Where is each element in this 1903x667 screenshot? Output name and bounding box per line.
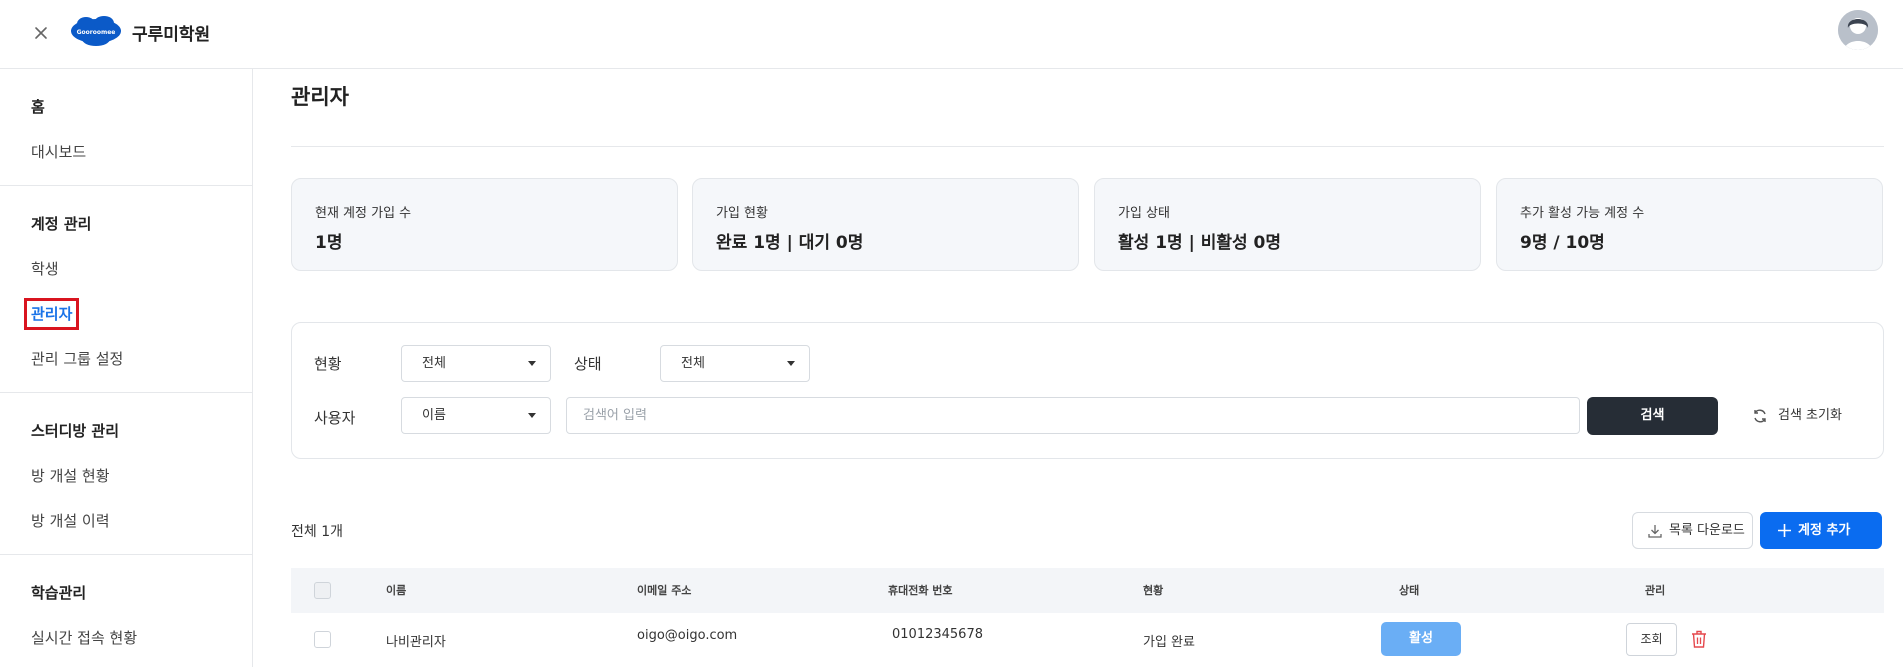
sidebar-heading-learning: 학습관리: [31, 584, 87, 602]
download-list-button[interactable]: 목록 다운로드: [1632, 512, 1753, 549]
refresh-icon: [1754, 409, 1766, 423]
close-icon[interactable]: [30, 22, 52, 44]
user-avatar[interactable]: [1838, 10, 1878, 50]
add-account-label: 계정 추가: [1798, 523, 1851, 538]
filter-panel: 현황 전체 상태 전체 사용자 이름 검색 검색 초기화: [291, 322, 1884, 459]
state-select-value: 전체: [681, 356, 705, 371]
sidebar-item-room-status[interactable]: 방 개설 현황: [0, 454, 252, 499]
sidebar-heading-home: 홈: [31, 98, 45, 116]
column-header-phone: 휴대전화 번호: [888, 584, 953, 597]
stat-label: 현재 계정 가입 수: [315, 206, 412, 221]
stat-card-available-accounts: 추가 활성 가능 계정 수 9명 / 10명: [1496, 178, 1883, 271]
sidebar-item-group-settings[interactable]: 관리 그룹 설정: [0, 337, 252, 382]
brand-name: 구루미학원: [132, 25, 211, 45]
total-count: 전체 1개: [291, 524, 343, 540]
trash-icon[interactable]: [1690, 629, 1708, 649]
download-icon: [1648, 525, 1662, 538]
plus-icon: [1778, 524, 1791, 537]
column-header-state: 상태: [1399, 584, 1420, 597]
row-checkbox[interactable]: [314, 631, 331, 648]
sidebar-item-live-access[interactable]: 실시간 접속 현황: [0, 616, 252, 661]
add-account-button[interactable]: 계정 추가: [1760, 512, 1882, 549]
column-header-email: 이메일 주소: [637, 584, 692, 597]
user-field-select[interactable]: 이름: [401, 397, 551, 434]
stat-label: 가입 현황: [716, 206, 768, 221]
column-header-status: 현황: [1143, 584, 1164, 597]
sidebar-item-label: 관리 그룹 설정: [31, 350, 124, 368]
reset-search-button[interactable]: 검색 초기화: [1752, 397, 1842, 435]
cell-email: oigo@oigo.com: [637, 628, 738, 643]
view-button[interactable]: 조회: [1626, 623, 1677, 656]
select-all-checkbox[interactable]: [314, 582, 331, 599]
sidebar-item-room-history[interactable]: 방 개설 이력: [0, 499, 252, 544]
stat-card-activation-state: 가입 상태 활성 1명 | 비활성 0명: [1094, 178, 1481, 271]
svg-text:Gooroomee: Gooroomee: [77, 29, 116, 36]
sidebar-section-home: 홈 대시보드: [0, 69, 252, 186]
stat-value: 1명: [315, 233, 343, 253]
stat-label: 추가 활성 가능 계정 수: [1520, 206, 1645, 221]
status-select[interactable]: 전체: [401, 345, 551, 382]
filter-label-user: 사용자: [314, 409, 356, 427]
user-field-select-value: 이름: [422, 408, 446, 423]
sidebar-heading-accounts: 계정 관리: [31, 215, 92, 233]
sidebar-item-label: 관리자: [23, 298, 80, 330]
divider: [291, 146, 1884, 147]
search-button[interactable]: 검색: [1587, 397, 1718, 435]
stat-card-signup-status: 가입 현황 완료 1명 | 대기 0명: [692, 178, 1079, 271]
sidebar-section-accounts: 계정 관리 학생 관리자 관리 그룹 설정: [0, 186, 252, 393]
stat-value: 완료 1명 | 대기 0명: [716, 233, 864, 253]
chevron-down-icon: [787, 361, 795, 366]
brand-logo: Gooroomee: [70, 15, 122, 47]
state-toggle-button[interactable]: 활성: [1381, 622, 1461, 656]
download-list-label: 목록 다운로드: [1669, 523, 1745, 538]
sidebar-section-learning: 학습관리 실시간 접속 현황: [0, 555, 252, 667]
stat-card-total: 현재 계정 가입 수 1명: [291, 178, 678, 271]
main-content: 관리자 현재 계정 가입 수 1명 가입 현황 완료 1명 | 대기 0명 가입…: [253, 69, 1903, 667]
table-row: 나비관리자 oigo@oigo.com 01012345678 가입 완료 활성…: [291, 613, 1884, 667]
column-header-manage: 관리: [1645, 584, 1666, 597]
cell-phone: 01012345678: [892, 627, 983, 642]
sidebar-item-students[interactable]: 학생: [0, 247, 252, 292]
sidebar-item-dashboard[interactable]: 대시보드: [0, 130, 252, 175]
cell-status: 가입 완료: [1143, 635, 1195, 650]
chevron-down-icon: [528, 361, 536, 366]
stat-value: 활성 1명 | 비활성 0명: [1118, 233, 1282, 253]
sidebar: 홈 대시보드 계정 관리 학생 관리자 관리 그룹 설정 스터디방 관리 방 개…: [0, 69, 253, 667]
sidebar-item-label: 방 개설 이력: [31, 512, 110, 530]
status-select-value: 전체: [422, 356, 446, 371]
sidebar-item-label: 방 개설 현황: [31, 467, 110, 485]
cell-name: 나비관리자: [386, 635, 446, 650]
reset-search-label: 검색 초기화: [1778, 408, 1842, 423]
column-header-name: 이름: [386, 584, 407, 597]
filter-label-state: 상태: [574, 355, 602, 373]
sidebar-item-label: 대시보드: [31, 143, 87, 161]
sidebar-item-label: 실시간 접속 현황: [31, 629, 138, 647]
admin-table: 이름 이메일 주소 휴대전화 번호 현황 상태 관리 나비관리자 oigo@oi…: [291, 568, 1884, 667]
state-select[interactable]: 전체: [660, 345, 810, 382]
table-header: 이름 이메일 주소 휴대전화 번호 현황 상태 관리: [291, 568, 1884, 613]
top-header: Gooroomee 구루미학원: [0, 0, 1903, 69]
stat-label: 가입 상태: [1118, 206, 1170, 221]
chevron-down-icon: [528, 413, 536, 418]
search-input[interactable]: [566, 397, 1580, 434]
filter-label-status: 현황: [314, 355, 342, 373]
sidebar-heading-study-rooms: 스터디방 관리: [31, 422, 120, 440]
sidebar-item-label: 학생: [31, 260, 59, 278]
sidebar-item-admins[interactable]: 관리자: [0, 292, 252, 337]
stat-value: 9명 / 10명: [1520, 233, 1605, 253]
sidebar-section-study-rooms: 스터디방 관리 방 개설 현황 방 개설 이력: [0, 393, 252, 555]
page-title: 관리자: [291, 85, 349, 109]
